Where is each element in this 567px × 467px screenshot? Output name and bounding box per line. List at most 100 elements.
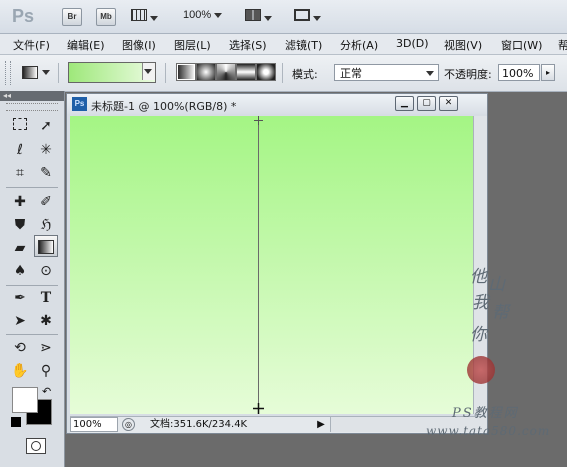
gradient-picker-dropdown[interactable] (142, 63, 155, 80)
menu-view[interactable]: 视图(V) (444, 37, 482, 53)
reflected-gradient-button[interactable] (236, 63, 256, 81)
menu-help[interactable]: 帮 (558, 37, 567, 53)
path-selection-tool[interactable]: ➤ (8, 310, 32, 332)
options-bar-grip[interactable] (5, 61, 11, 85)
crosshair-cursor-icon (253, 403, 264, 414)
clone-stamp-tool[interactable]: ⛊ (8, 214, 32, 236)
divider (165, 63, 166, 83)
angle-gradient-button[interactable] (216, 63, 236, 81)
divider (6, 187, 58, 188)
3d-rotate-icon: ⟲ (14, 340, 26, 356)
chevron-right-icon: ▸ (545, 68, 550, 77)
ps-document-icon: Ps (72, 97, 87, 111)
blur-tool[interactable]: ♠ (8, 260, 32, 282)
magic-wand-tool[interactable]: ✳ (34, 139, 58, 161)
menu-layer[interactable]: 图层(L) (174, 37, 211, 53)
blend-mode-value: 正常 (340, 67, 362, 80)
linear-gradient-button[interactable] (176, 63, 196, 81)
tool-options-bar: 模式: 正常 不透明度: 100% ▸ (0, 55, 567, 92)
tools-panel-grip[interactable] (6, 103, 58, 111)
launch-bridge-button[interactable]: Br (62, 8, 82, 26)
grid-icon (131, 9, 147, 21)
chevron-down-icon (426, 71, 434, 76)
crosshair-start-icon (254, 116, 263, 125)
tools-panel: ◂◂ ➚ ℓ ✳ ⌗ ✎ ✚ ✐ ⛊ ℌ ▰ ♠ ⊙ ✒ T ➤ ✱ ⟲ ⋗ ✋… (0, 91, 65, 467)
tools-panel-header[interactable]: ◂◂ (0, 91, 64, 101)
minimize-icon: ▁ (401, 98, 408, 108)
close-icon: ✕ (444, 98, 453, 108)
menu-3d[interactable]: 3D(D) (396, 37, 429, 50)
blend-mode-select[interactable]: 正常 (334, 64, 439, 81)
zoom-level-value: 100% (183, 9, 212, 21)
zoom-level-dropdown[interactable]: 100% (183, 9, 223, 21)
3d-orbit-tool[interactable]: ⋗ (34, 337, 58, 359)
menu-image[interactable]: 图像(I) (122, 37, 156, 53)
eyedropper-tool[interactable]: ✎ (34, 162, 58, 184)
zoom-tool[interactable]: ⚲ (34, 360, 58, 382)
history-brush-tool[interactable]: ℌ (34, 214, 58, 236)
hand-tool[interactable]: ✋ (8, 360, 32, 382)
hand-icon: ✋ (11, 363, 29, 379)
photoshop-logo: Ps (12, 6, 35, 26)
opacity-value: 100% (502, 67, 534, 80)
document-status-bar: 100% ◎ 文档:351.6K/234.4K ▶ (70, 416, 487, 433)
3d-orbit-icon: ⋗ (40, 340, 52, 356)
radial-gradient-button[interactable] (196, 63, 216, 81)
play-icon: ▶ (317, 419, 325, 430)
chevron-down-icon (42, 70, 50, 75)
mode-label: 模式: (292, 68, 318, 81)
opacity-input[interactable]: 100% (498, 64, 540, 81)
marquee-tool[interactable] (8, 115, 32, 137)
diamond-gradient-button[interactable] (256, 63, 276, 81)
watermark-char: 山 (488, 275, 505, 295)
bandage-icon: ✚ (14, 194, 26, 210)
menu-select[interactable]: 选择(S) (229, 37, 267, 53)
tool-preset-picker[interactable] (22, 64, 50, 82)
foreground-color-swatch[interactable] (12, 387, 38, 413)
default-colors-icon[interactable] (11, 417, 21, 427)
lasso-tool[interactable]: ℓ (8, 139, 32, 161)
history-brush-icon: ℌ (40, 217, 52, 233)
quick-mask-button[interactable] (26, 438, 46, 454)
type-tool[interactable]: T (34, 287, 58, 309)
close-button[interactable]: ✕ (439, 96, 458, 111)
move-tool[interactable]: ➚ (34, 115, 58, 137)
screen-mode-dropdown[interactable] (294, 9, 321, 24)
restore-button[interactable]: ▢ (417, 96, 436, 111)
menu-filter[interactable]: 滤镜(T) (285, 37, 322, 53)
healing-brush-tool[interactable]: ✚ (8, 191, 32, 213)
document-title-bar[interactable]: Ps 未标题-1 @ 100%(RGB/8) * ▁ ▢ ✕ (67, 94, 487, 114)
shape-icon: ✱ (40, 313, 52, 329)
document-title: 未标题-1 @ 100%(RGB/8) * (91, 100, 237, 113)
brush-icon: ✐ (40, 194, 52, 210)
marquee-icon (13, 118, 27, 130)
status-info-icon[interactable]: ◎ (122, 418, 135, 431)
divider (58, 63, 59, 83)
chevron-down-icon (144, 69, 152, 74)
menu-edit[interactable]: 编辑(E) (67, 37, 105, 53)
launch-minibridge-button[interactable]: Mb (96, 8, 116, 26)
3d-rotate-tool[interactable]: ⟲ (8, 337, 32, 359)
crop-tool[interactable]: ⌗ (8, 162, 32, 184)
divider (6, 285, 58, 286)
menu-file[interactable]: 文件(F) (13, 37, 50, 53)
dodge-tool[interactable]: ⊙ (34, 260, 58, 282)
gradient-tool[interactable] (34, 235, 58, 257)
switch-colors-icon[interactable]: ↶ (42, 385, 51, 398)
status-menu-arrow[interactable]: ▶ (315, 417, 327, 432)
watermark-char: 他 (470, 267, 487, 287)
arrange-documents-dropdown[interactable] (245, 9, 272, 24)
custom-shape-tool[interactable]: ✱ (34, 310, 58, 332)
view-extras-dropdown[interactable] (131, 9, 158, 24)
eraser-tool[interactable]: ▰ (8, 237, 32, 259)
collapse-icon[interactable]: ◂◂ (3, 91, 11, 100)
brush-tool[interactable]: ✐ (34, 191, 58, 213)
menu-analysis[interactable]: 分析(A) (340, 37, 378, 53)
pen-tool[interactable]: ✒ (8, 287, 32, 309)
minimize-button[interactable]: ▁ (395, 96, 414, 111)
document-canvas[interactable] (70, 116, 473, 414)
quick-mask-icon (31, 441, 41, 451)
document-zoom-field[interactable]: 100% (70, 417, 118, 432)
menu-window[interactable]: 窗口(W) (501, 37, 542, 53)
opacity-slider-button[interactable]: ▸ (541, 64, 555, 81)
